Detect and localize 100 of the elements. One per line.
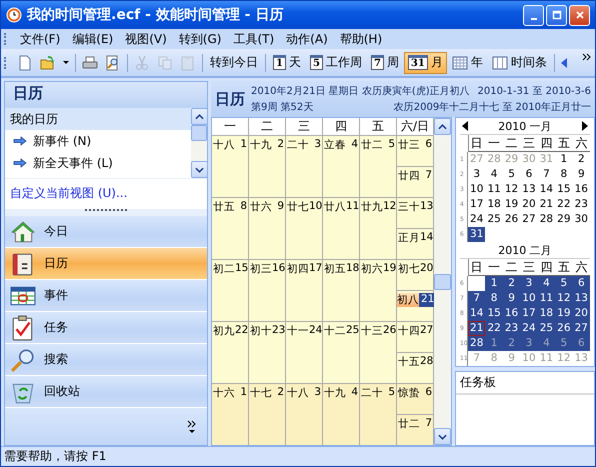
nav-item[interactable]: 今日 (5, 216, 207, 248)
mini-day[interactable]: 22 (485, 321, 503, 336)
menu-item[interactable]: 工具(T) (228, 30, 280, 48)
mini-day[interactable]: 5 (502, 167, 520, 182)
mini-day[interactable]: 1 (555, 152, 573, 167)
mini-day[interactable]: 9 (572, 167, 590, 182)
view-button[interactable]: 时间条 (488, 52, 551, 74)
day-cell[interactable]: 初五18 (323, 260, 360, 321)
day-cell[interactable]: 初八 21 (397, 290, 434, 321)
nav-item[interactable]: 搜索 (5, 344, 207, 376)
view-button[interactable]: 31 月 (404, 52, 447, 74)
menu-item[interactable]: 动作(A) (281, 30, 333, 48)
menu-item[interactable]: 转到(G) (174, 30, 226, 48)
day-cell[interactable]: 二十 3 (286, 136, 323, 197)
day-cell[interactable]: 初二15 (212, 260, 249, 321)
mini-day[interactable]: 30 (572, 212, 590, 227)
mini-day[interactable]: 18 (538, 306, 556, 321)
day-cell[interactable]: 廿三 6 (397, 136, 434, 166)
go-to-today-button[interactable]: 转到今日 (206, 52, 262, 74)
mini-day[interactable]: 24 (520, 321, 538, 336)
mini-day[interactable]: 7 (468, 291, 486, 306)
mini-day[interactable]: 23 (502, 321, 520, 336)
mini-day[interactable]: 5 (555, 276, 573, 291)
mini-day[interactable]: 31 (468, 227, 486, 242)
mini-day[interactable]: 12 (555, 291, 573, 306)
mini-day[interactable]: 3 (468, 167, 486, 182)
mini-day[interactable]: 3 (520, 336, 538, 351)
mini-day[interactable]: 2 (572, 152, 590, 167)
mini-day[interactable]: 18 (485, 197, 503, 212)
configure-buttons-icon[interactable] (187, 420, 197, 434)
mini-day[interactable]: 3 (520, 276, 538, 291)
mini-day[interactable]: 10 (520, 291, 538, 306)
mini-day[interactable]: 4 (485, 167, 503, 182)
day-cell[interactable]: 廿八11 (323, 198, 360, 259)
day-cell[interactable]: 廿四 7 (397, 166, 434, 197)
mini-day[interactable]: 23 (572, 197, 590, 212)
mini-day[interactable]: 1 (485, 336, 503, 351)
mini-day[interactable]: 13 (520, 182, 538, 197)
mini-day[interactable]: 8 (485, 291, 503, 306)
day-cell[interactable]: 初七20 (397, 260, 434, 290)
mini-day[interactable]: 5 (555, 336, 573, 351)
mini-day[interactable]: 29 (555, 212, 573, 227)
previous-month-icon[interactable] (462, 121, 468, 131)
mini-day[interactable]: 26 (555, 321, 573, 336)
day-cell[interactable]: 十八 1 (212, 136, 249, 197)
day-cell[interactable]: 初四 17 (286, 260, 323, 321)
mini-day[interactable]: 19 (502, 197, 520, 212)
overflow-chevron-icon[interactable] (582, 53, 592, 61)
nav-item[interactable]: 回收站 (5, 376, 207, 408)
day-cell[interactable]: 廿六 9 (249, 198, 286, 259)
mini-day[interactable]: 1 (485, 276, 503, 291)
scroll-up-button[interactable] (191, 108, 208, 125)
day-cell[interactable]: 初十23 (249, 322, 286, 383)
menu-item[interactable]: 视图(V) (120, 30, 172, 48)
day-cell[interactable]: 廿五 8 (212, 198, 249, 259)
scroll-thumb[interactable] (434, 274, 451, 290)
mini-day[interactable]: 24 (468, 212, 486, 227)
mini-day[interactable]: 7 (538, 167, 556, 182)
view-button[interactable]: 5 工作周 (306, 52, 366, 74)
day-cell[interactable]: 十八 3 (286, 384, 323, 445)
mini-day[interactable]: 26 (502, 212, 520, 227)
day-cell[interactable]: 十一24 (286, 322, 323, 383)
minimize-button[interactable] (523, 4, 544, 26)
day-cell[interactable]: 初九22 (212, 322, 249, 383)
day-cell[interactable]: 十三26 (360, 322, 397, 383)
menu-item[interactable]: 文件(F) (15, 30, 66, 48)
mini-day[interactable]: 28 (468, 336, 486, 351)
mini-day[interactable]: 22 (555, 197, 573, 212)
mini-day[interactable]: 16 (502, 306, 520, 321)
mini-day[interactable]: 6 (572, 336, 590, 351)
mini-day[interactable]: 27 (520, 212, 538, 227)
mini-day[interactable]: 20 (572, 306, 590, 321)
scroll-up-button[interactable] (434, 118, 451, 135)
mini-day[interactable]: 28 (538, 212, 556, 227)
maximize-button[interactable] (546, 4, 567, 26)
mini-day[interactable]: 8 (555, 167, 573, 182)
mini-day[interactable]: 16 (572, 182, 590, 197)
action-link[interactable]: 新事件 (N) (33, 132, 92, 150)
mini-day[interactable]: 13 (572, 291, 590, 306)
day-cell[interactable]: 二十 5 (360, 384, 397, 445)
mini-day[interactable]: 11 (538, 291, 556, 306)
mini-day[interactable]: 6 (572, 276, 590, 291)
scroll-left-icon[interactable] (560, 56, 568, 68)
scroll-down-button[interactable] (434, 428, 451, 445)
mini-day[interactable]: 21 (468, 321, 486, 336)
mini-day[interactable]: 4 (538, 336, 556, 351)
next-month-icon[interactable] (582, 121, 588, 131)
day-cell[interactable]: 十九 2 (249, 136, 286, 197)
day-cell[interactable]: 立春 4 (323, 136, 360, 197)
action-link[interactable]: 新全天事件 (L) (33, 154, 113, 172)
mini-day[interactable]: 10 (468, 182, 486, 197)
mini-day[interactable]: 2 (502, 336, 520, 351)
day-cell[interactable]: 三十13 (397, 198, 434, 228)
day-cell[interactable]: 十六 1 (212, 384, 249, 445)
mini-day[interactable]: 15 (555, 182, 573, 197)
day-cell[interactable]: 惊蛰 6 (397, 384, 434, 414)
view-button[interactable]: 1 天 (269, 52, 305, 74)
day-cell[interactable]: 十五28 (397, 352, 434, 383)
view-button[interactable]: 7 周 (366, 52, 403, 74)
day-cell[interactable]: 十七 2 (249, 384, 286, 445)
